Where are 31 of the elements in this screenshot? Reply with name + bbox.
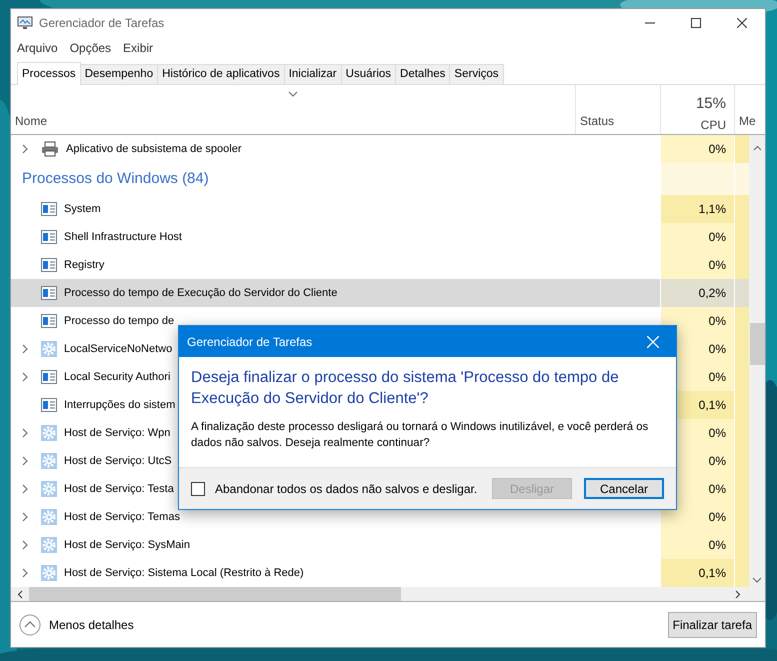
dialog-heading: Deseja finalizar o processo do sistema 'Processo do tempo de Execução do Servidor do Cliente'?	[190, 368, 620, 409]
cpu-total: 15%	[696, 94, 726, 114]
process-name: Shell Infrastructure Host	[64, 230, 182, 245]
process-name: Host de Serviço: Temas	[64, 510, 180, 525]
process-name: Aplicativo de subsistema de spooler	[66, 142, 242, 157]
process-name: Registry	[64, 258, 104, 273]
dialog-message: A finalização deste processo desligará ou tornará o Windows inutilizável, e você perderá os dados não salvos. Deseja realmente continuar?	[190, 420, 650, 451]
process-name: Local Security Authori	[64, 370, 170, 385]
checkbox-label: Abandonar todos os dados não salvos e desligar.	[215, 480, 478, 498]
cpu-cell: 0%	[660, 135, 734, 163]
process-name: Host de Serviço: Wpn	[64, 426, 170, 441]
process-name: Processo do tempo de	[64, 314, 174, 329]
window-title: Gerenciador de Tarefas	[39, 15, 166, 32]
process-name: Processo do tempo de Execução do Servidor do Cliente	[64, 286, 338, 301]
cpu-cell: 0%	[660, 531, 734, 559]
cpu-cell: 1,1%	[660, 195, 734, 223]
process-name: LocalServiceNoNetwo	[64, 342, 172, 357]
cpu-cell: 0,2%	[660, 279, 734, 307]
process-name: Host de Serviço: Testa	[64, 482, 174, 497]
process-name: Host de Serviço: UtcS	[64, 454, 172, 469]
process-name: Interrupções do sistem	[64, 398, 176, 413]
process-name: System	[64, 202, 101, 217]
cpu-cell: 0%	[660, 503, 734, 531]
cpu-cell: 0,1%	[660, 559, 734, 587]
group-heading: Processos do Windows (84)	[21, 170, 209, 187]
dialog-title: Gerenciador de Tarefas	[187, 334, 312, 350]
process-name: Host de Serviço: SysMain	[64, 538, 190, 553]
cpu-cell: 0%	[660, 251, 734, 279]
cpu-cell: 0%	[660, 307, 734, 335]
process-name: Host de Serviço: Sistema Local (Restrito à Rede)	[64, 566, 304, 581]
cpu-cell: 0%	[660, 223, 734, 251]
